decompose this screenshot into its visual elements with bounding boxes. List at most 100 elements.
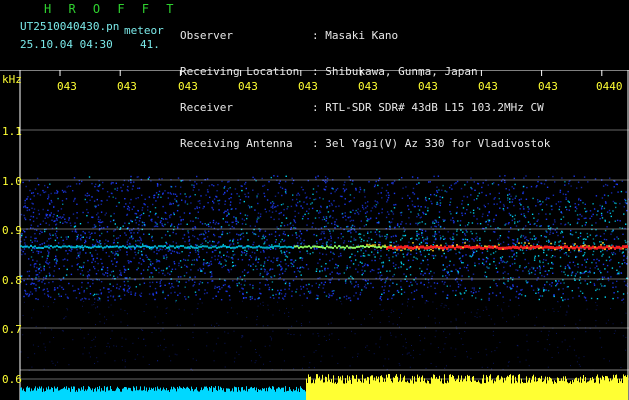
carrier-segment — [202, 245, 204, 248]
noise-dot — [39, 263, 41, 266]
noise-dot — [175, 233, 177, 235]
level-bar — [116, 388, 117, 400]
noise-dot — [268, 244, 271, 247]
noise-dot — [495, 267, 498, 269]
noise-dot — [289, 285, 291, 287]
noise-dot — [488, 220, 490, 223]
noise-dot — [498, 237, 501, 239]
noise-dot — [543, 249, 545, 251]
noise-dot — [135, 240, 137, 242]
noise-dot — [185, 281, 187, 283]
noise-dot — [267, 272, 269, 275]
level-bar — [446, 383, 447, 400]
noise-dot — [255, 349, 256, 350]
noise-dot — [160, 344, 161, 346]
noise-dot — [464, 238, 467, 240]
noise-dot — [394, 267, 397, 270]
noise-dot — [75, 183, 78, 185]
noise-dot — [478, 192, 481, 194]
level-bar — [621, 378, 622, 400]
noise-dot — [31, 317, 33, 319]
noise-dot — [350, 275, 352, 278]
level-bar — [340, 376, 341, 400]
level-bar — [103, 390, 104, 400]
noise-dot — [366, 345, 368, 347]
noise-dot — [512, 198, 514, 201]
noise-dot — [577, 328, 579, 330]
level-bar — [354, 378, 355, 400]
noise-dot — [505, 261, 507, 264]
noise-dot — [484, 275, 486, 277]
noise-dot — [238, 354, 240, 356]
noise-dot — [452, 242, 454, 244]
noise-dot — [33, 266, 36, 268]
noise-dot — [558, 241, 560, 243]
level-bar — [471, 382, 472, 400]
level-bar — [311, 383, 312, 400]
noise-dot — [311, 226, 313, 228]
noise-dot — [273, 275, 276, 277]
noise-dot — [625, 248, 627, 251]
noise-dot — [139, 283, 141, 286]
level-bar — [361, 382, 362, 400]
noise-dot — [280, 289, 282, 291]
noise-dot — [83, 261, 85, 264]
noise-dot — [165, 308, 167, 310]
noise-dot — [192, 227, 194, 229]
noise-dot — [487, 184, 489, 186]
noise-dot — [44, 349, 46, 351]
noise-dot — [445, 275, 447, 277]
level-bar — [444, 374, 445, 400]
noise-dot — [539, 267, 541, 269]
noise-dot — [125, 234, 127, 236]
noise-dot — [599, 241, 601, 243]
noise-dot — [353, 225, 356, 228]
noise-dot — [574, 203, 576, 205]
noise-dot — [603, 238, 606, 241]
noise-dot — [94, 363, 95, 364]
noise-dot — [408, 217, 410, 219]
level-bar — [515, 376, 516, 400]
noise-dot — [381, 293, 383, 295]
noise-dot — [168, 215, 171, 217]
noise-dot — [453, 264, 455, 266]
noise-dot — [587, 236, 589, 238]
noise-dot — [205, 232, 207, 234]
noise-dot — [83, 347, 85, 349]
noise-dot — [96, 253, 99, 255]
noise-dot — [390, 236, 393, 238]
noise-dot — [476, 218, 478, 220]
noise-dot — [35, 288, 37, 290]
noise-dot — [596, 258, 598, 260]
noise-dot — [82, 249, 84, 251]
noise-dot — [391, 297, 393, 300]
noise-dot — [522, 235, 525, 237]
noise-dot — [538, 265, 541, 267]
noise-dot — [547, 349, 549, 351]
noise-dot — [267, 325, 269, 327]
noise-dot — [193, 184, 195, 187]
noise-dot — [80, 299, 82, 301]
level-bar — [425, 382, 426, 400]
noise-dot — [134, 358, 136, 360]
noise-dot — [232, 243, 235, 245]
noise-dot — [287, 265, 290, 267]
noise-dot — [126, 313, 128, 315]
noise-dot — [29, 198, 32, 200]
noise-dot — [30, 256, 33, 258]
level-bar — [355, 379, 356, 400]
level-bar — [62, 388, 63, 400]
noise-dot — [610, 215, 612, 218]
noise-dot — [110, 295, 112, 297]
noise-dot — [278, 293, 280, 295]
noise-dot — [160, 220, 162, 222]
noise-dot — [227, 188, 230, 190]
level-bar — [200, 390, 201, 400]
noise-dot — [574, 264, 576, 267]
noise-dot — [255, 265, 257, 267]
noise-dot — [129, 260, 131, 263]
noise-dot — [466, 181, 469, 183]
noise-dot — [187, 349, 189, 351]
noise-dot — [362, 255, 364, 257]
noise-dot — [584, 297, 587, 299]
